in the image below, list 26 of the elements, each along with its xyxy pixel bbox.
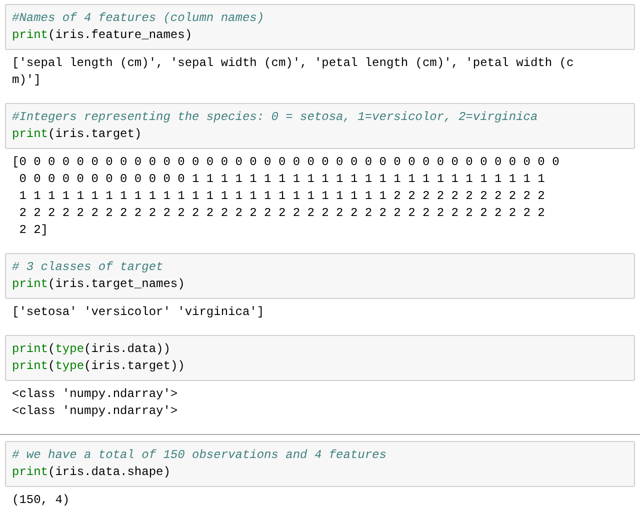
output-line: 2 2] (18, 222, 50, 239)
output-line: (150, 4) (12, 492, 71, 509)
output-line: m)'] (12, 72, 42, 89)
code-line: #Names of 4 features (column names) (12, 10, 266, 27)
code-line: print(iris.data.shape) (12, 464, 172, 481)
output-line: 2 2 2 2 2 2 2 2 2 2 2 2 2 2 2 2 2 2 2 2 2 2 2 2 2 2 2 2 2 2 2 2 2 2 2 2 2 (18, 205, 546, 222)
output-line: 1 1 1 1 1 1 1 1 1 1 1 1 1 1 1 1 1 1 1 1 1 1 1 1 1 1 2 2 2 2 2 2 2 2 2 2 2 (18, 188, 546, 205)
code-cell-input[interactable]: #Integers representing the species: 0 = setosa, 1=versicolor, 2=virginica print(iris.target) (5, 103, 635, 149)
output-line: 0 0 0 0 0 0 0 0 0 0 0 0 1 1 1 1 1 1 1 1 1 1 1 1 1 1 1 1 1 1 1 1 1 1 1 1 1 (18, 171, 546, 188)
code-line: # 3 classes of target (12, 259, 164, 276)
output-line: ['setosa' 'versicolor' 'virginica'] (12, 304, 266, 321)
output-line: [0 0 0 0 0 0 0 0 0 0 0 0 0 0 0 0 0 0 0 0 0 0 0 0 0 0 0 0 0 0 0 0 0 0 0 0 0 0 (12, 154, 560, 171)
code-line: print(type(iris.data)) (12, 341, 172, 358)
code-line: print(iris.target_names) (12, 276, 186, 293)
code-line: print(iris.feature_names) (12, 27, 194, 44)
output-line: ['sepal length (cm)', 'sepal width (cm)', 'petal length (cm)', 'petal width (c (12, 55, 575, 72)
code-cell-input[interactable]: # we have a total of 150 observations and 4 features print(iris.data.shape) (5, 441, 635, 487)
code-cell-input[interactable]: # 3 classes of target print(iris.target_names) (5, 253, 635, 299)
output-line: <class 'numpy.ndarray'> (12, 386, 179, 403)
code-cell-input[interactable]: #Names of 4 features (column names) print(iris.feature_names) (5, 4, 635, 50)
code-line: #Integers representing the species: 0 = setosa, 1=versicolor, 2=virginica (12, 109, 539, 126)
code-cell-input[interactable]: print(type(iris.data)) print(type(iris.target)) (5, 335, 635, 381)
code-line: # we have a total of 150 observations and 4 features (12, 447, 388, 464)
code-line: print(type(iris.target)) (12, 358, 186, 375)
code-line: print(iris.target) (12, 126, 143, 143)
output-line: <class 'numpy.ndarray'> (12, 403, 179, 420)
